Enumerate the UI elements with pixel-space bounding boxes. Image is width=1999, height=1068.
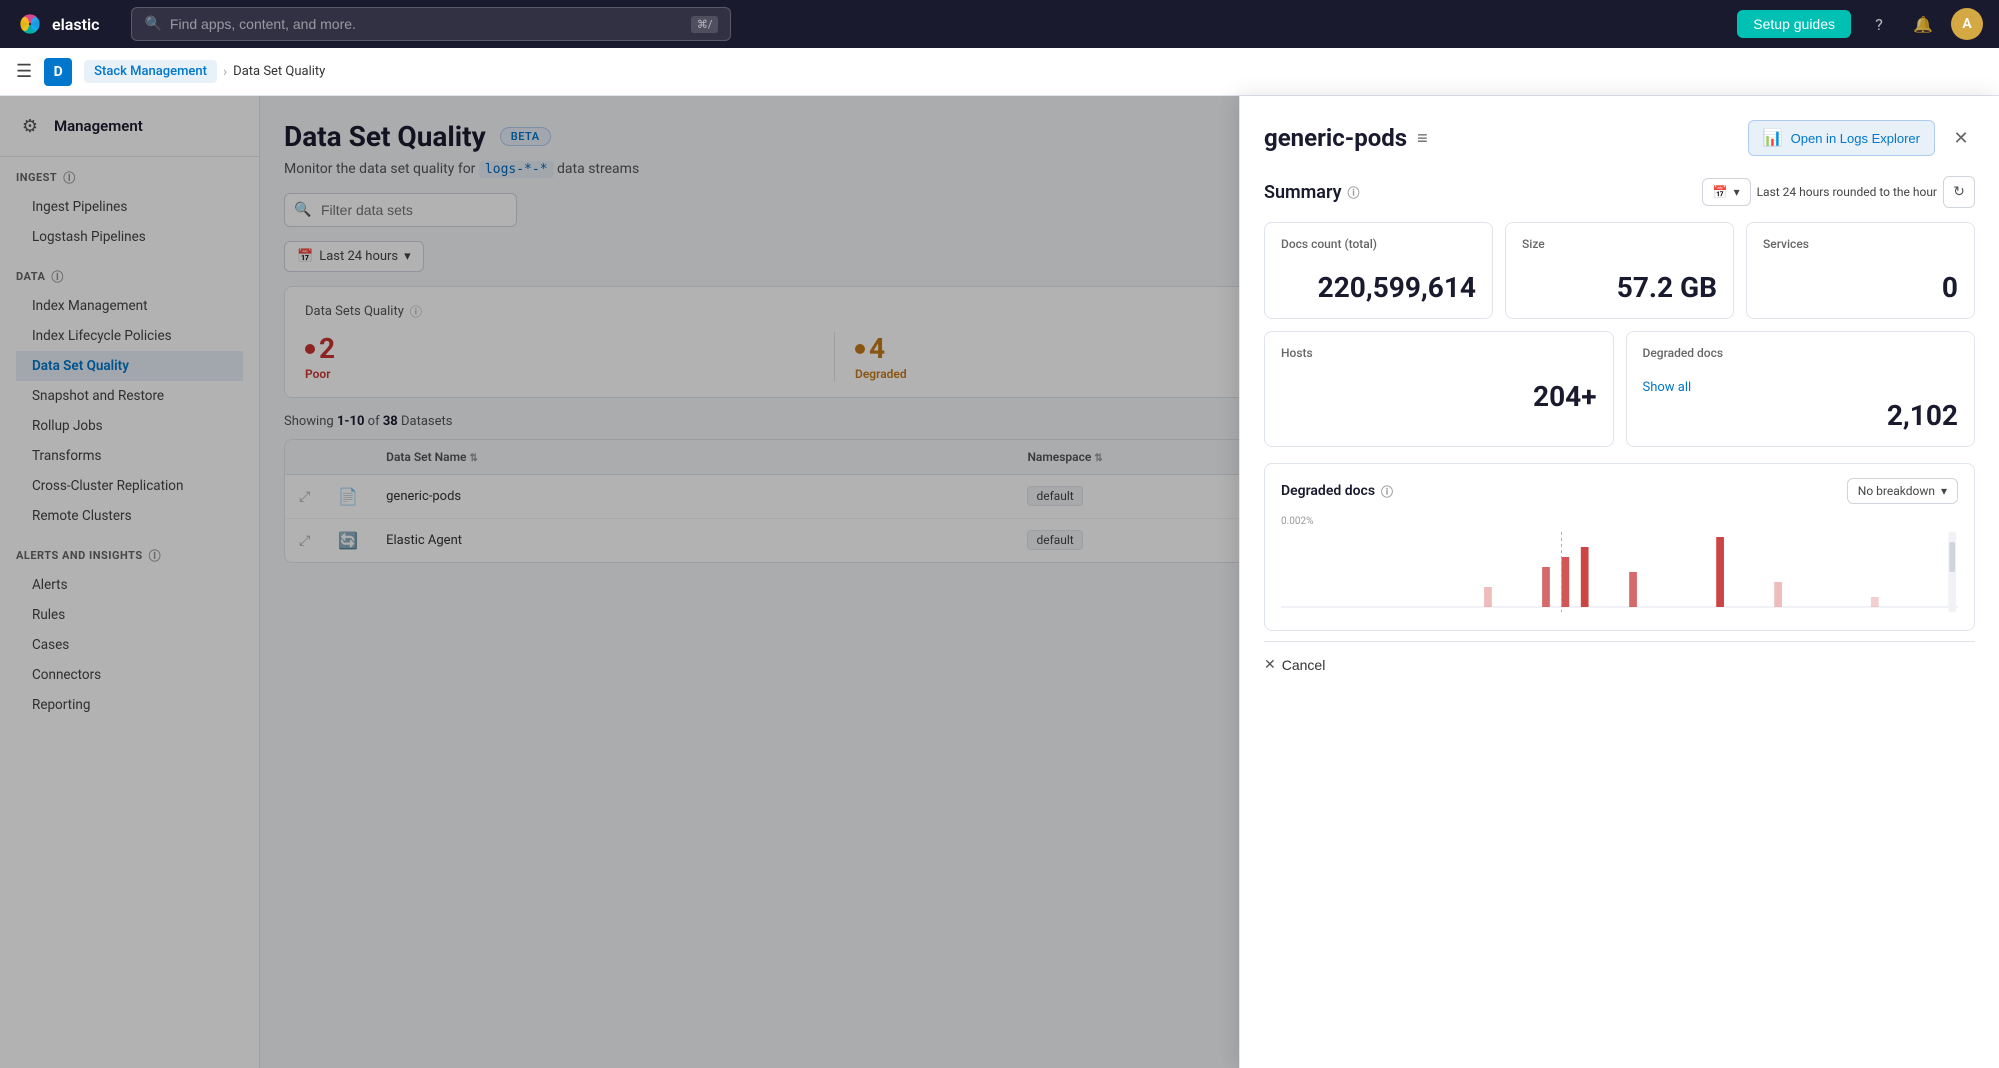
breakdown-label: No breakdown xyxy=(1858,484,1935,498)
degraded-docs-section: Degraded docs ⓘ No breakdown ▾ 0.002% xyxy=(1264,463,1975,631)
stat-card-value-degraded-docs: 2,102 xyxy=(1643,399,1959,432)
elastic-logo[interactable]: elastic xyxy=(16,10,99,38)
breadcrumb-stack-management[interactable]: Stack Management xyxy=(84,60,217,83)
stat-card-label-size: Size xyxy=(1522,237,1717,251)
user-avatar[interactable]: A xyxy=(1951,8,1983,40)
stat-card-label-degraded-docs: Degraded docs xyxy=(1643,346,1959,360)
stat-cards-row-2: Hosts 204+ Degraded docs Show all 2,102 xyxy=(1264,331,1975,447)
degraded-docs-label: Degraded docs xyxy=(1281,483,1375,499)
degraded-docs-chart xyxy=(1281,532,1958,612)
stat-card-docs-count: Docs count (total) 220,599,614 xyxy=(1264,222,1493,319)
search-input[interactable] xyxy=(170,16,683,32)
stat-card-value-size: 57.2 GB xyxy=(1522,271,1717,304)
open-logs-button[interactable]: 📊 Open in Logs Explorer xyxy=(1748,120,1935,156)
breadcrumb-bar: ☰ D Stack Management › Data Set Quality xyxy=(0,48,1999,96)
breakdown-chevron-icon: ▾ xyxy=(1941,484,1947,498)
panel-footer: ✕ Cancel xyxy=(1264,641,1975,673)
chevron-down-icon-panel: ▾ xyxy=(1734,185,1740,199)
stat-card-value-hosts: 204+ xyxy=(1281,380,1597,413)
detail-panel: generic-pods ≡ 📊 Open in Logs Explorer ✕… xyxy=(1239,96,1999,1068)
notifications-icon[interactable]: 🔔 xyxy=(1907,8,1939,40)
degraded-docs-info-icon[interactable]: ⓘ xyxy=(1381,483,1393,500)
panel-title: generic-pods xyxy=(1264,124,1407,152)
summary-title: Summary ⓘ xyxy=(1264,182,1360,203)
stat-card-hosts: Hosts 204+ xyxy=(1264,331,1614,447)
summary-section-header: Summary ⓘ 📅 ▾ Last 24 hours rounded to t… xyxy=(1264,176,1975,208)
summary-info-icon[interactable]: ⓘ xyxy=(1348,184,1360,201)
global-search[interactable]: 🔍 ⌘/ xyxy=(131,7,731,41)
cancel-button[interactable]: ✕ Cancel xyxy=(1264,656,1325,673)
stat-cards-row-1: Docs count (total) 220,599,614 Size 57.2… xyxy=(1264,222,1975,319)
search-shortcut: ⌘/ xyxy=(691,16,719,33)
breadcrumb-separator: › xyxy=(223,64,227,80)
top-navigation: elastic 🔍 ⌘/ Setup guides ? 🔔 A xyxy=(0,0,1999,48)
breadcrumb-current: Data Set Quality xyxy=(233,64,325,79)
degraded-docs-title: Degraded docs ⓘ xyxy=(1281,483,1393,500)
elastic-name: elastic xyxy=(52,15,99,34)
stat-card-value-services: 0 xyxy=(1763,271,1958,304)
panel-header-actions: 📊 Open in Logs Explorer ✕ xyxy=(1748,120,1975,156)
open-logs-label: Open in Logs Explorer xyxy=(1791,131,1920,146)
summary-label: Summary xyxy=(1264,182,1342,203)
stat-card-label-services: Services xyxy=(1763,237,1958,251)
stat-card-label-docs: Docs count (total) xyxy=(1281,237,1476,251)
bar-chart-icon: 📊 xyxy=(1763,128,1783,148)
nav-right: Setup guides ? 🔔 A xyxy=(1737,8,1983,40)
breakdown-select[interactable]: No breakdown ▾ xyxy=(1847,478,1958,504)
time-filter-text: Last 24 hours rounded to the hour xyxy=(1757,185,1937,199)
show-all-link[interactable]: Show all xyxy=(1643,380,1959,395)
time-filter-button[interactable]: 📅 ▾ xyxy=(1702,178,1751,206)
stat-card-value-docs: 220,599,614 xyxy=(1281,271,1476,304)
stat-card-degraded-docs: Degraded docs Show all 2,102 xyxy=(1626,331,1976,447)
calendar-icon-panel: 📅 xyxy=(1713,185,1728,199)
panel-doc-icon[interactable]: ≡ xyxy=(1417,128,1428,149)
panel-title-row: generic-pods ≡ xyxy=(1264,124,1428,152)
chart-percentage-label: 0.002% xyxy=(1281,516,1313,527)
hamburger-menu[interactable]: ☰ xyxy=(16,61,32,82)
stat-card-size: Size 57.2 GB xyxy=(1505,222,1734,319)
cancel-label: Cancel xyxy=(1282,657,1326,673)
degraded-docs-header: Degraded docs ⓘ No breakdown ▾ xyxy=(1281,478,1958,504)
panel-header: generic-pods ≡ 📊 Open in Logs Explorer ✕ xyxy=(1264,120,1975,156)
cancel-x-icon: ✕ xyxy=(1264,656,1276,673)
setup-guides-button[interactable]: Setup guides xyxy=(1737,10,1851,38)
refresh-button[interactable]: ↻ xyxy=(1943,176,1975,208)
chart-area: 0.002% xyxy=(1281,516,1958,616)
workspace-initial[interactable]: D xyxy=(44,58,72,86)
time-filter: 📅 ▾ Last 24 hours rounded to the hour ↻ xyxy=(1702,176,1975,208)
breadcrumb: Stack Management › Data Set Quality xyxy=(84,60,325,83)
close-panel-button[interactable]: ✕ xyxy=(1947,124,1975,152)
search-icon: 🔍 xyxy=(144,16,161,32)
help-icon[interactable]: ? xyxy=(1863,8,1895,40)
stat-card-services: Services 0 xyxy=(1746,222,1975,319)
stat-card-label-hosts: Hosts xyxy=(1281,346,1597,360)
